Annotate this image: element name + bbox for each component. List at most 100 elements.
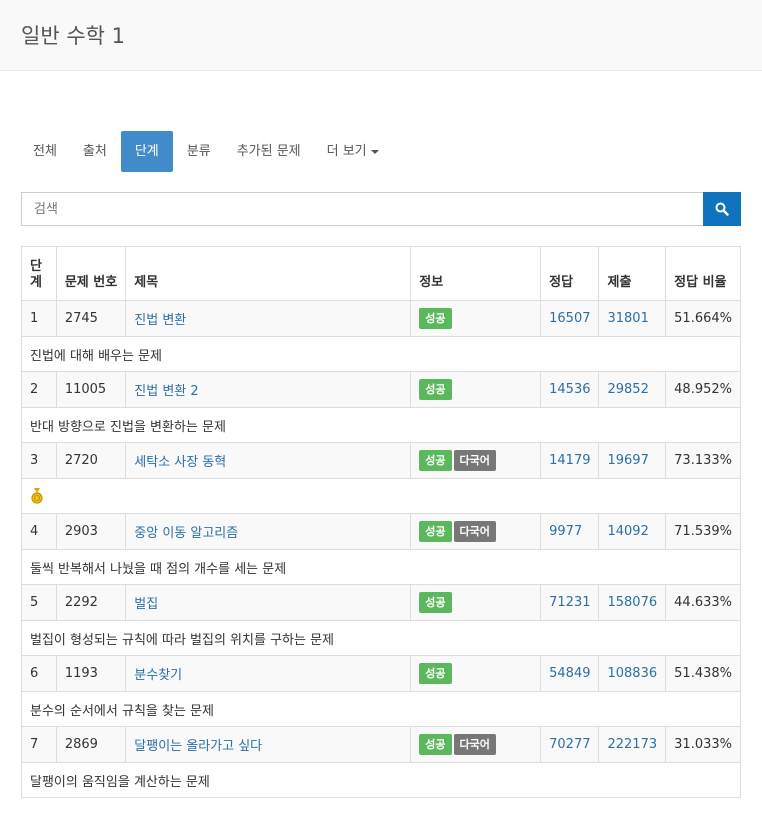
cell-title: 벌집 xyxy=(125,584,412,621)
col-correct[interactable]: 정답 xyxy=(540,246,600,301)
tab-label: 분류 xyxy=(186,144,211,159)
description-row: 벌집이 형성되는 규칙에 따라 벌집의 위치를 구하는 문제 xyxy=(21,620,741,656)
caret-down-icon xyxy=(370,149,379,154)
correct-count-link[interactable]: 54849 xyxy=(549,666,590,681)
problem-description: 벌집이 형성되는 규칙에 따라 벌집의 위치를 구하는 문제 xyxy=(21,620,741,656)
cell-step: 3 xyxy=(21,442,57,479)
multilingual-badge: 다국어 xyxy=(453,450,496,471)
problem-title-link[interactable]: 세탁소 사장 동혁 xyxy=(134,455,226,470)
description-row: 진법에 대해 배우는 문제 xyxy=(21,336,741,372)
correct-count-link[interactable]: 70277 xyxy=(549,737,590,752)
search-button[interactable] xyxy=(703,192,741,226)
tab-step[interactable]: 단계 xyxy=(120,131,173,172)
problem-description: 둘씩 반복해서 나눴을 때 점의 개수를 세는 문제 xyxy=(21,549,741,585)
correct-count-link[interactable]: 9977 xyxy=(549,524,582,539)
cell-correct: 54849 xyxy=(540,655,600,692)
cell-step: 7 xyxy=(21,726,57,763)
cell-problem-id: 2903 xyxy=(55,513,127,550)
correct-count-link[interactable]: 14536 xyxy=(549,382,590,397)
page-header: 일반 수학 1 xyxy=(0,0,762,71)
problem-title-link[interactable]: 진법 변환 2 xyxy=(134,384,198,399)
correct-count-link[interactable]: 71231 xyxy=(549,595,590,610)
problem-description: 달팽이의 움직임을 계산하는 문제 xyxy=(21,762,741,798)
submission-count-link[interactable]: 19697 xyxy=(607,453,648,468)
tab-all[interactable]: 전체 xyxy=(21,131,69,172)
search-icon xyxy=(715,202,729,216)
col-title[interactable]: 제목 xyxy=(125,246,412,301)
tab-label: 출처 xyxy=(82,144,107,159)
col-label: 단계 xyxy=(30,259,42,290)
success-badge: 성공 xyxy=(419,450,452,471)
problem-description: 진법에 대해 배우는 문제 xyxy=(21,336,741,372)
problem-title-link[interactable]: 달팽이는 올라가고 싶다 xyxy=(134,739,262,754)
col-problem-id[interactable]: 문제 번호 xyxy=(55,246,127,301)
submission-count-link[interactable]: 222173 xyxy=(607,737,657,752)
problem-table: 단계 문제 번호 제목 정보 정답 제출 정답 비율 1 2745 진법 변환 … xyxy=(21,246,741,798)
cell-title: 중앙 이동 알고리즘 xyxy=(125,513,412,550)
cell-correct: 16507 xyxy=(540,300,600,337)
problem-title-link[interactable]: 진법 변환 xyxy=(134,313,186,328)
tab-added-problems[interactable]: 추가된 문제 xyxy=(225,131,313,172)
table-header-row: 단계 문제 번호 제목 정보 정답 제출 정답 비율 xyxy=(21,246,741,301)
cell-step: 1 xyxy=(21,300,57,337)
problem-title-link[interactable]: 벌집 xyxy=(134,597,158,612)
table-row: 1 2745 진법 변환 성공 16507 31801 51.664% xyxy=(21,300,741,337)
cell-info: 성공 xyxy=(410,655,542,692)
problem-title-link[interactable]: 분수찾기 xyxy=(134,668,182,683)
submission-count-link[interactable]: 31801 xyxy=(607,311,648,326)
col-submissions[interactable]: 제출 xyxy=(598,246,667,301)
tab-label: 단계 xyxy=(134,144,159,159)
description-row: 분수의 순서에서 규칙을 찾는 문제 xyxy=(21,691,741,727)
correct-count-link[interactable]: 14179 xyxy=(549,453,590,468)
submission-count-link[interactable]: 158076 xyxy=(607,595,657,610)
correct-count-link[interactable]: 16507 xyxy=(549,311,590,326)
success-badge: 성공 xyxy=(419,379,452,400)
cell-correct: 71231 xyxy=(540,584,600,621)
cell-problem-id: 2720 xyxy=(55,442,127,479)
submission-count-link[interactable]: 14092 xyxy=(607,524,648,539)
description-row xyxy=(21,478,741,514)
cell-correct: 70277 xyxy=(540,726,600,763)
cell-step: 5 xyxy=(21,584,57,621)
tab-label: 전체 xyxy=(33,144,57,159)
cell-ratio: 51.438% xyxy=(665,655,741,692)
cell-title: 진법 변환 xyxy=(125,300,412,337)
multilingual-badge: 다국어 xyxy=(453,521,496,542)
cell-problem-id: 1193 xyxy=(55,655,127,692)
submission-count-link[interactable]: 29852 xyxy=(607,382,648,397)
cell-submissions: 29852 xyxy=(598,371,667,408)
submission-count-link[interactable]: 108836 xyxy=(607,666,657,681)
cell-step: 2 xyxy=(21,371,57,408)
cell-title: 진법 변환 2 xyxy=(125,371,412,408)
tab-source[interactable]: 출처 xyxy=(71,131,119,172)
cell-ratio: 44.633% xyxy=(665,584,741,621)
cell-ratio: 71.539% xyxy=(665,513,741,550)
cell-problem-id: 2869 xyxy=(55,726,127,763)
cell-problem-id: 2292 xyxy=(55,584,127,621)
cell-submissions: 31801 xyxy=(598,300,667,337)
cell-step: 4 xyxy=(21,513,57,550)
cell-problem-id: 2745 xyxy=(55,300,127,337)
success-badge: 성공 xyxy=(419,592,452,613)
table-row: 6 1193 분수찾기 성공 54849 108836 51.438% xyxy=(21,655,741,692)
cell-ratio: 31.033% xyxy=(665,726,741,763)
col-ratio[interactable]: 정답 비율 xyxy=(665,246,741,301)
cell-submissions: 14092 xyxy=(598,513,667,550)
page-title: 일반 수학 1 xyxy=(21,24,125,48)
cell-correct: 9977 xyxy=(540,513,600,550)
cell-correct: 14179 xyxy=(540,442,600,479)
problem-title-link[interactable]: 중앙 이동 알고리즘 xyxy=(134,526,238,541)
col-step[interactable]: 단계 xyxy=(21,246,57,301)
cell-title: 세탁소 사장 동혁 xyxy=(125,442,412,479)
success-badge: 성공 xyxy=(419,521,452,542)
col-info[interactable]: 정보 xyxy=(410,246,542,301)
success-badge: 성공 xyxy=(419,734,452,755)
description-row: 달팽이의 움직임을 계산하는 문제 xyxy=(21,762,741,798)
cell-ratio: 51.664% xyxy=(665,300,741,337)
tab-bar: 전체 출처 단계 분류 추가된 문제 더 보기 xyxy=(21,131,393,172)
search-input[interactable] xyxy=(21,192,703,226)
success-badge: 성공 xyxy=(419,308,452,329)
tab-category[interactable]: 분류 xyxy=(175,131,223,172)
tab-more-dropdown[interactable]: 더 보기 xyxy=(315,131,391,172)
cell-info: 성공 xyxy=(410,300,542,337)
